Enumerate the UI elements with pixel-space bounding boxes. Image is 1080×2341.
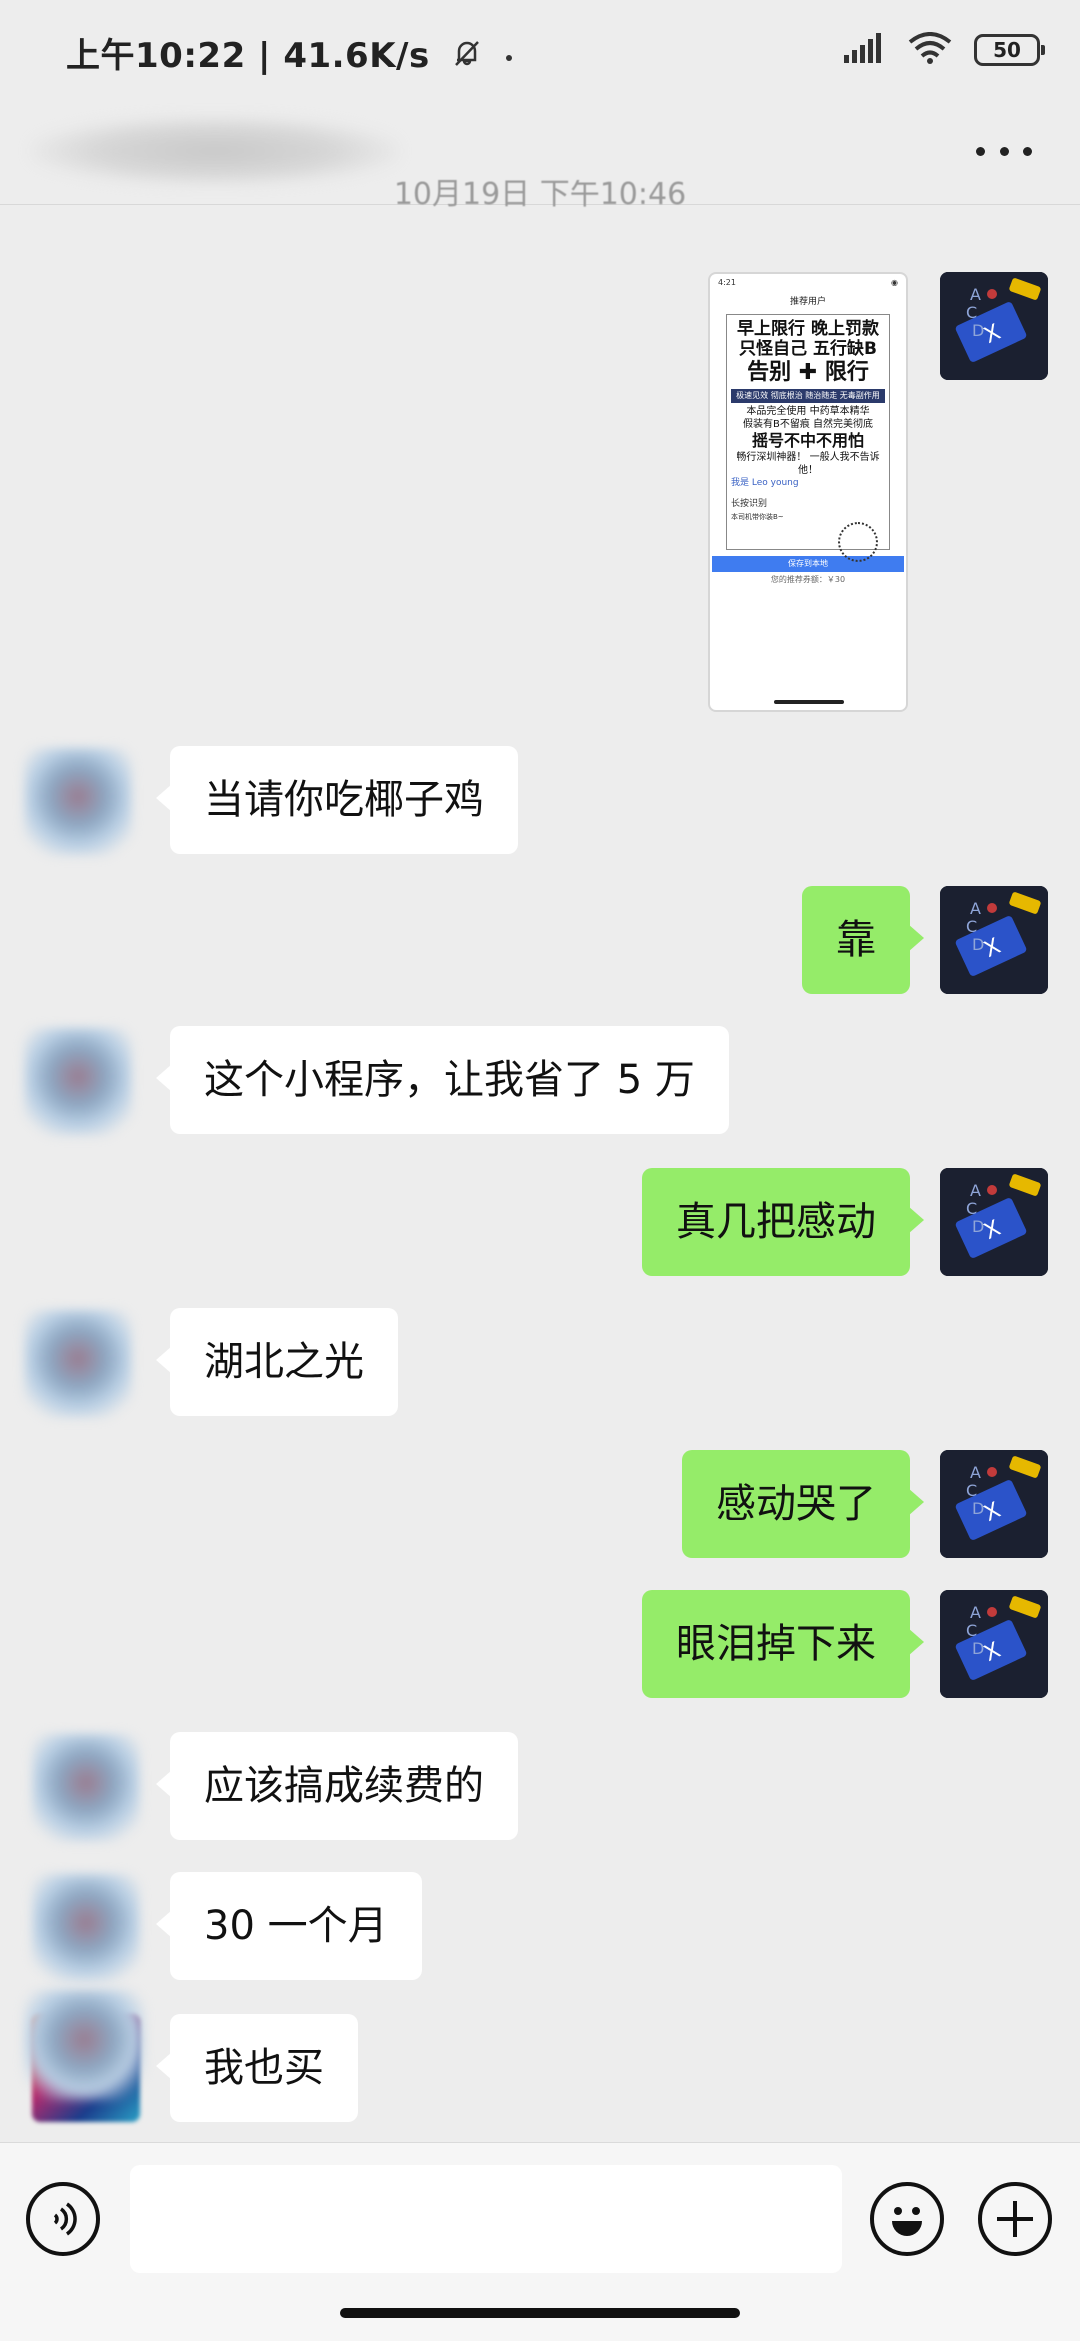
message-bubble-received: 这个小程序，让我省了 5 万	[156, 1026, 729, 1134]
emoji-icon[interactable]	[870, 2182, 944, 2256]
avatar-blur-overlay	[24, 1990, 144, 2100]
my-avatar[interactable]: ACDX	[940, 1450, 1048, 1558]
message-bubble-received: 当请你吃椰子鸡	[156, 746, 518, 854]
message-bubble-sent: 眼泪掉下来	[642, 1590, 924, 1698]
svg-text:A: A	[970, 1603, 981, 1622]
svg-text:A: A	[970, 899, 981, 918]
more-icon[interactable]	[976, 136, 1032, 166]
svg-text:C: C	[966, 1621, 977, 1640]
message-bubble-sent: 真几把感动	[642, 1168, 924, 1276]
svg-text:C: C	[966, 1481, 977, 1500]
message-bubble-received: 30 一个月	[156, 1872, 422, 1980]
battery-level: 50	[993, 38, 1021, 62]
svg-text:C: C	[966, 917, 977, 936]
status-bar: 上午10:22 | 41.6K/s 50	[0, 0, 1080, 100]
contact-avatar[interactable]	[24, 1028, 132, 1136]
svg-text:C: C	[966, 1199, 977, 1218]
contact-avatar[interactable]	[32, 1874, 140, 1982]
home-indicator[interactable]	[340, 2308, 740, 2318]
signal-icon	[844, 33, 886, 67]
chat-title-blurred	[30, 116, 400, 186]
voice-icon[interactable]	[26, 2182, 100, 2256]
my-avatar[interactable]: ACDX	[940, 272, 1048, 380]
svg-text:A: A	[970, 1463, 981, 1482]
contact-avatar[interactable]	[24, 748, 132, 856]
status-icons: 50	[844, 30, 1045, 70]
my-avatar[interactable]: ACDX	[940, 886, 1048, 994]
status-time: 上午10:22 | 41.6K/s	[66, 28, 513, 79]
svg-text:C: C	[966, 303, 977, 322]
status-time-text: 上午10:22 | 41.6K/s	[66, 36, 430, 76]
svg-text:A: A	[970, 285, 981, 304]
plus-icon[interactable]	[978, 2182, 1052, 2256]
notification-dot	[506, 54, 513, 61]
message-bubble-received: 湖北之光	[156, 1308, 398, 1416]
svg-text:A: A	[970, 1181, 981, 1200]
message-input[interactable]	[130, 2165, 842, 2273]
message-bubble-sent: 靠	[802, 886, 924, 994]
my-avatar[interactable]: ACDX	[940, 1590, 1048, 1698]
battery-icon: 50	[974, 34, 1045, 66]
contact-avatar[interactable]	[32, 1734, 140, 1842]
qr-code-icon	[838, 522, 878, 562]
message-bubble-received: 我也买	[156, 2014, 358, 2122]
my-avatar[interactable]: ACDX	[940, 1168, 1048, 1276]
bell-muted-icon	[450, 36, 484, 79]
message-timestamp: 10月19日 下午10:46	[393, 180, 687, 210]
contact-avatar[interactable]	[24, 1310, 132, 1418]
message-bubble-received: 应该搞成续费的	[156, 1732, 518, 1840]
wifi-icon	[908, 32, 952, 68]
message-bubble-sent: 感动哭了	[682, 1450, 924, 1558]
image-message[interactable]: 4:21 ◉ 推荐用户 早上限行 晚上罚款 只怪自己 五行缺B 告别 ✚ 限行 极…	[708, 272, 908, 712]
